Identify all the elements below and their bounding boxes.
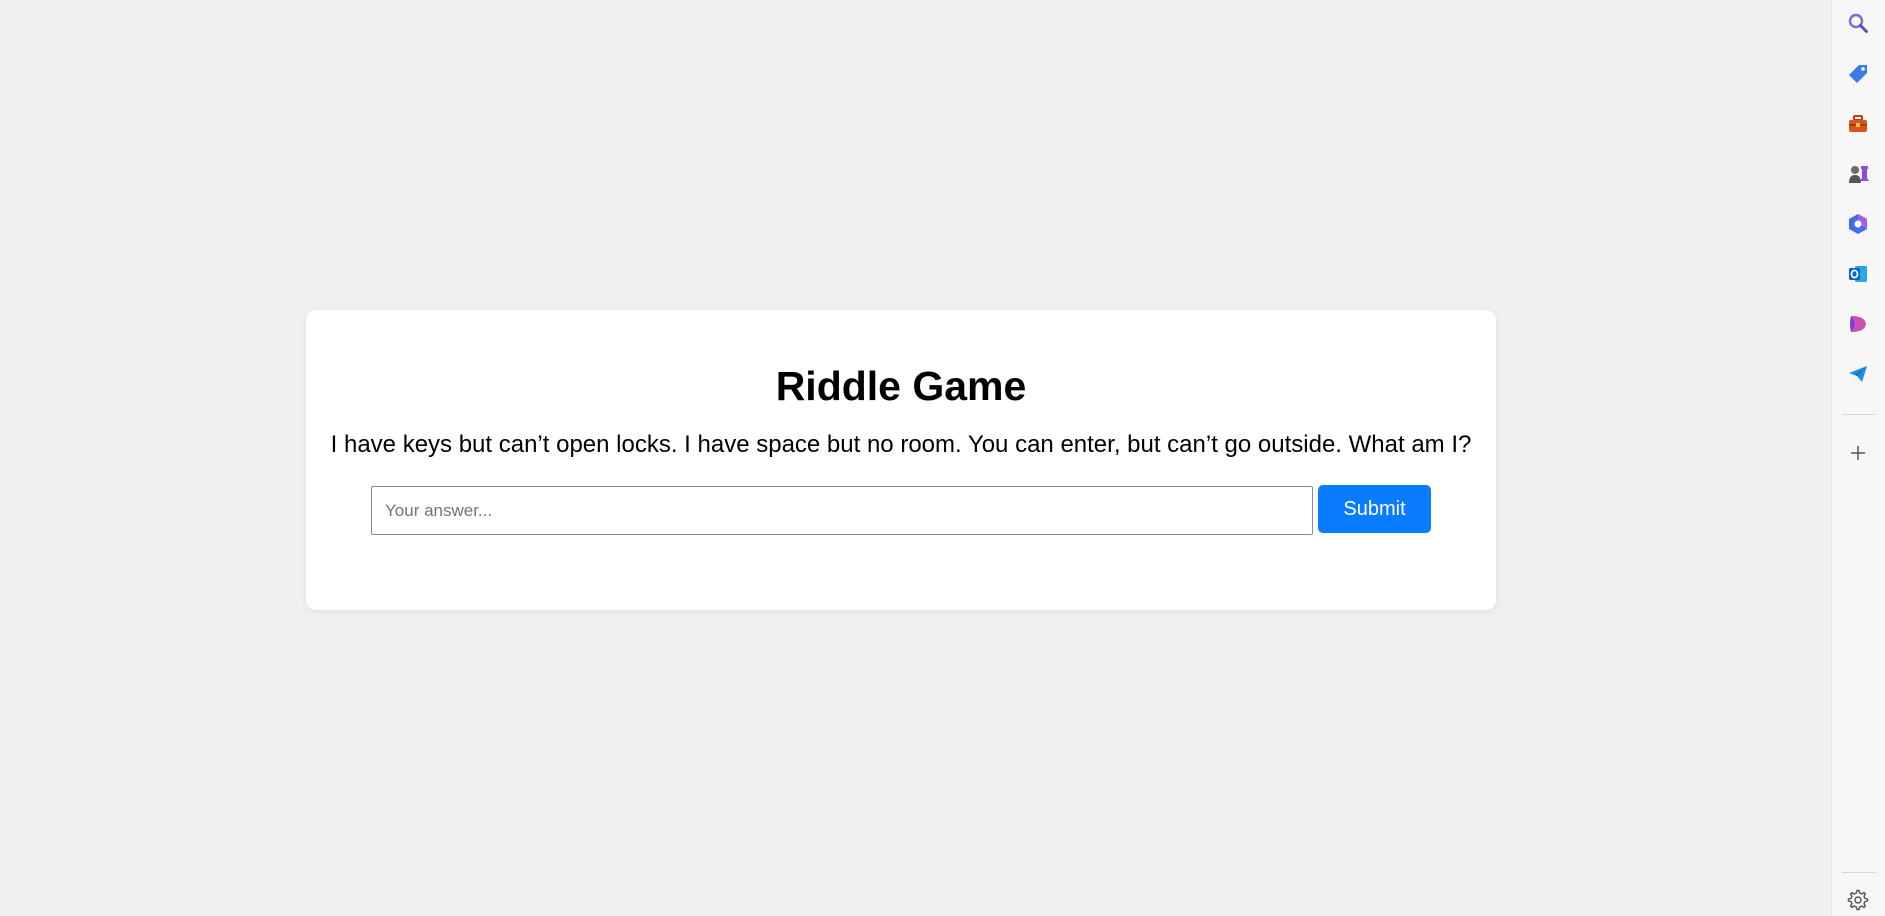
page-content: Riddle Game I have keys but can’t open l… xyxy=(0,0,1831,916)
designer-icon[interactable] xyxy=(1845,311,1871,337)
toolbox-icon[interactable] xyxy=(1845,111,1871,137)
send-icon[interactable] xyxy=(1845,361,1871,387)
riddle-card: Riddle Game I have keys but can’t open l… xyxy=(306,310,1496,610)
settings-icon[interactable] xyxy=(1845,887,1871,913)
add-icon[interactable] xyxy=(1845,440,1871,466)
riddle-text: I have keys but can’t open locks. I have… xyxy=(330,431,1472,458)
page-title: Riddle Game xyxy=(775,363,1027,409)
search-icon[interactable] xyxy=(1845,10,1871,36)
tag-icon[interactable] xyxy=(1845,61,1871,87)
sidebar-divider xyxy=(1842,414,1876,415)
browser-sidebar xyxy=(1831,0,1885,916)
submit-button[interactable]: Submit xyxy=(1318,485,1431,533)
chess-icon[interactable] xyxy=(1845,161,1871,187)
outlook-icon[interactable] xyxy=(1845,261,1871,287)
copilot-icon[interactable] xyxy=(1845,211,1871,237)
answer-input[interactable] xyxy=(371,486,1313,535)
sidebar-divider xyxy=(1842,872,1876,873)
